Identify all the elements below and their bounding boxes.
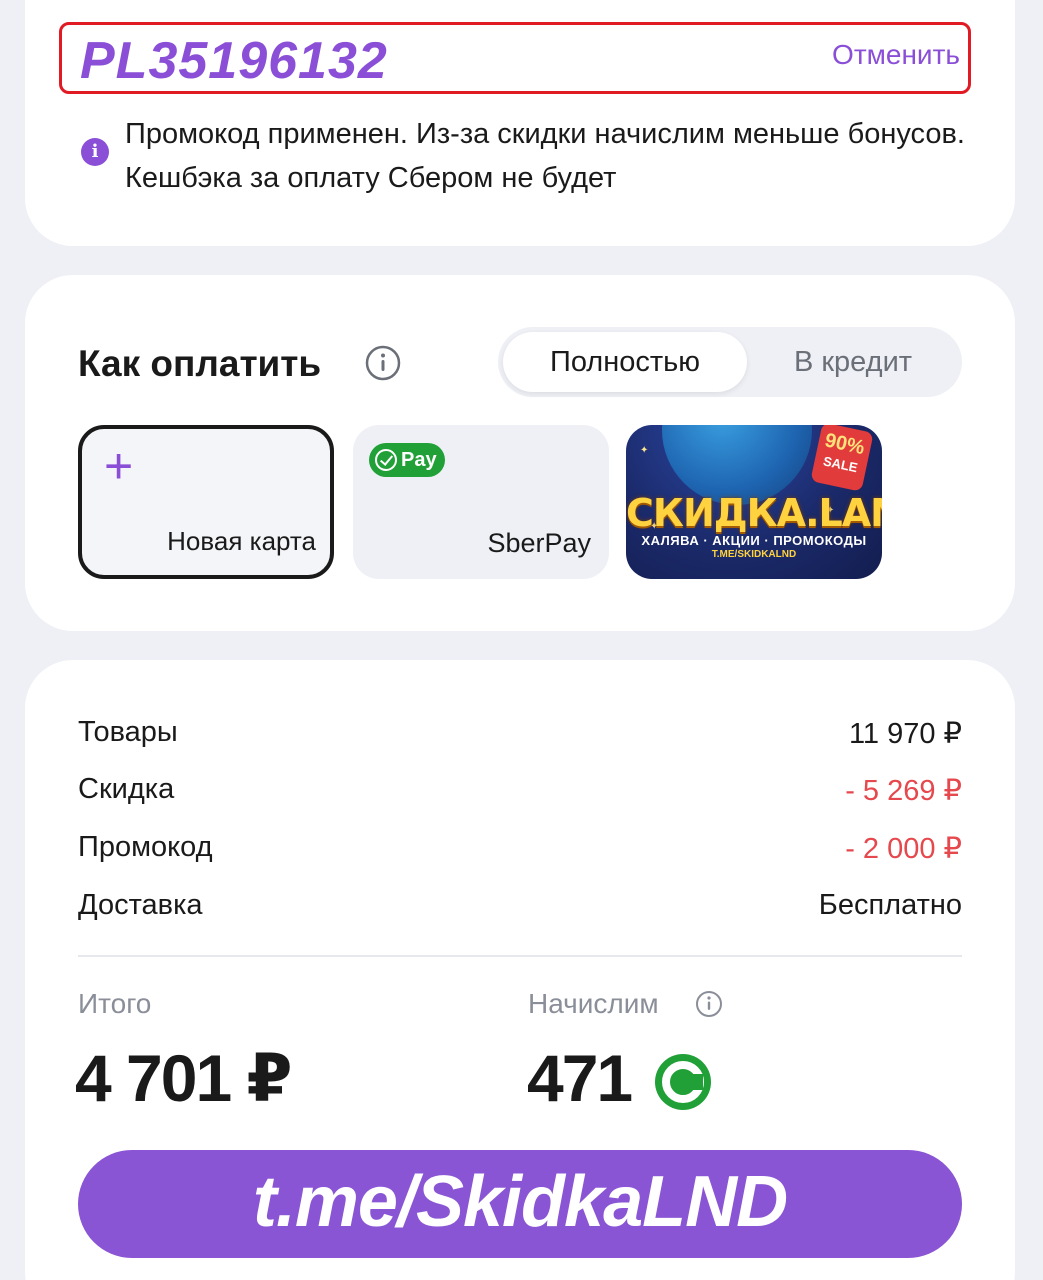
- promo-cancel-link[interactable]: Отменить: [832, 39, 960, 71]
- tab-credit[interactable]: В кредит: [748, 332, 958, 392]
- skidka-land-ad-banner[interactable]: ✦ ✦ ✦ 90% SALE СКИДКА.LAND ХАЛЯВА · АКЦИ…: [626, 425, 882, 579]
- order-summary-card: Товары 11 970 ₽ Скидка - 5 269 ₽ Промоко…: [25, 660, 1015, 1280]
- divider: [78, 955, 962, 957]
- ad-url: T.ME/SKIDKALND: [711, 549, 797, 560]
- ad-subtitle: ХАЛЯВА · АКЦИИ · ПРОМОКОДЫ: [641, 533, 867, 548]
- bonus-value: 471: [527, 1041, 633, 1115]
- summary-row-value: Бесплатно: [818, 889, 962, 921]
- promo-card: PL35196132 Отменить i Промокод применен.…: [25, 0, 1015, 246]
- sberpay-label: SberPay: [487, 528, 591, 558]
- summary-row-value: - 5 269 ₽: [845, 775, 962, 807]
- summary-row-value: - 2 000 ₽: [845, 833, 962, 865]
- telegram-link-button[interactable]: t.me/SkidkaLND: [78, 1150, 962, 1258]
- sberpay-badge: Pay: [369, 443, 445, 477]
- promo-code-value: PL35196132: [80, 32, 388, 90]
- sale-tag-icon: 90% SALE: [810, 425, 874, 492]
- summary-row-discount: Скидка - 5 269 ₽: [78, 773, 962, 813]
- sber-bonus-coin-icon: [655, 1054, 711, 1110]
- summary-row-label: Скидка: [78, 773, 175, 805]
- payment-mode-switch: Полностью В кредит: [498, 327, 962, 397]
- sberpay-badge-text: Pay: [401, 449, 437, 471]
- total-value: 4 701 ₽: [75, 1041, 292, 1115]
- summary-row-promocode: Промокод - 2 000 ₽: [78, 831, 962, 871]
- tab-full-payment[interactable]: Полностью: [503, 332, 747, 392]
- sber-check-icon: [375, 449, 397, 471]
- summary-row-label: Доставка: [78, 889, 203, 921]
- new-card-label: Новая карта: [167, 526, 316, 556]
- summary-row-value: 11 970 ₽: [848, 718, 962, 750]
- bonus-label: Начислим: [528, 988, 659, 1019]
- sberpay-option[interactable]: Pay SberPay: [353, 425, 609, 579]
- info-circle-icon[interactable]: [695, 990, 723, 1018]
- promo-code-field[interactable]: PL35196132 Отменить: [59, 22, 971, 94]
- summary-row-goods: Товары 11 970 ₽: [78, 716, 962, 756]
- plus-icon: +: [104, 438, 134, 494]
- summary-row-label: Товары: [78, 716, 178, 748]
- total-label: Итого: [78, 988, 152, 1019]
- summary-row-delivery: Доставка Бесплатно: [78, 889, 962, 929]
- new-card-option[interactable]: + Новая карта: [78, 425, 334, 579]
- payment-card: Как оплатить Полностью В кредит + Новая …: [25, 275, 1015, 631]
- info-icon: i: [81, 138, 109, 166]
- promo-applied-note: Промокод применен. Из-за скидки начислим…: [125, 118, 965, 194]
- summary-row-label: Промокод: [78, 831, 213, 863]
- ad-title: СКИДКА.LAND: [626, 491, 882, 535]
- payment-title: Как оплатить: [78, 343, 322, 384]
- info-circle-icon[interactable]: [365, 345, 401, 381]
- star-icon: ✦: [640, 445, 649, 456]
